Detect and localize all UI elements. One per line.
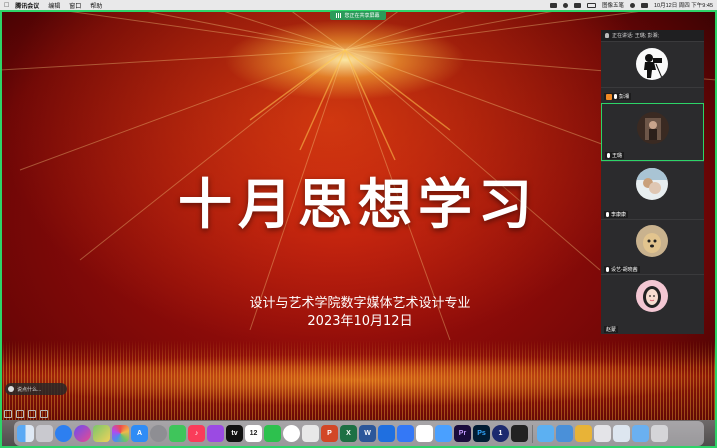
chat-placeholder: 说点什么... — [17, 386, 42, 393]
window-icon[interactable] — [613, 425, 630, 442]
apple-menu-icon[interactable]:  — [4, 2, 9, 9]
input-method-label[interactable]: 图像五笔 — [602, 1, 624, 9]
maps-icon[interactable] — [93, 425, 110, 442]
wifi-icon[interactable] — [630, 2, 635, 8]
participant-name: 王璐 — [612, 153, 623, 159]
host-badge-icon — [606, 93, 612, 100]
mic-icon[interactable] — [614, 94, 617, 99]
menu-window[interactable]: 窗口 — [69, 1, 81, 10]
participant-name-row: 赵蒙 — [604, 326, 619, 333]
menu-edit[interactable]: 编辑 — [48, 1, 60, 10]
photographer-silhouette-avatar — [636, 48, 668, 80]
baidu-netdisk-icon[interactable] — [435, 425, 452, 442]
menubar-clock[interactable]: 10月12日 周四 下午9:45 — [654, 1, 713, 9]
particle-wave-decoration — [0, 340, 717, 420]
mic-icon[interactable] — [607, 153, 610, 158]
speaking-header: 正在讲话: 王璐; 彭湘; — [601, 30, 704, 41]
participant-name: 赵蒙 — [606, 327, 617, 333]
wechat-status-icon[interactable] — [549, 2, 557, 8]
tv-icon[interactable]: tv — [226, 425, 243, 442]
powerpoint-icon[interactable]: P — [321, 425, 338, 442]
podcasts-icon[interactable] — [207, 425, 224, 442]
keynote-icon[interactable] — [575, 425, 592, 442]
slide-date: 2023年10月12日 — [307, 314, 413, 329]
status-area: 图像五笔 10月12日 周四 下午9:45 — [549, 0, 713, 10]
participant-name-row: 设艺-胡晓茜 — [604, 266, 640, 273]
preview-icon[interactable] — [556, 425, 573, 442]
battery-icon[interactable] — [586, 2, 596, 8]
chat-input-bubble[interactable]: 说点什么... — [5, 383, 67, 395]
mic-icon[interactable] — [606, 267, 609, 272]
feishu-icon[interactable] — [397, 425, 414, 442]
app-store-icon[interactable]: A — [131, 425, 148, 442]
text-tool-icon[interactable] — [40, 410, 48, 418]
cartoon-girl-avatar — [636, 280, 668, 312]
qq-status-icon[interactable] — [562, 2, 568, 8]
slide-title: 十月思想学习 — [178, 173, 538, 236]
tencent-meeting-icon[interactable] — [283, 425, 300, 442]
downloads-icon[interactable] — [632, 425, 649, 442]
participant-tile-active[interactable]: 王璐 — [601, 103, 704, 161]
participant-name: 李康康 — [611, 212, 627, 218]
participant-name-row: 彭湘 — [604, 93, 632, 100]
xcode-icon[interactable] — [378, 425, 395, 442]
facetime-icon[interactable] — [169, 425, 186, 442]
emoji-icon[interactable] — [8, 386, 14, 392]
participant-name-row: 王璐 — [605, 152, 625, 159]
capcut-icon[interactable] — [511, 425, 528, 442]
window-icon[interactable] — [594, 425, 611, 442]
slide-subtitle: 设计与艺术学院数字媒体艺术设计专业 — [249, 296, 471, 311]
participant-tile[interactable]: 彭湘 — [601, 87, 704, 103]
notes-icon[interactable] — [416, 425, 433, 442]
excel-icon[interactable]: X — [340, 425, 357, 442]
photos-icon[interactable] — [112, 425, 129, 442]
sharing-indicator-label: 您正在共享屏幕 — [344, 13, 380, 19]
sharing-indicator[interactable]: 您正在共享屏幕 — [330, 11, 386, 20]
siri-icon[interactable] — [74, 425, 91, 442]
participant-tile[interactable]: 设艺-胡晓茜 — [601, 219, 704, 274]
calendar-icon[interactable]: 12 — [245, 425, 262, 442]
participants-panel: 正在讲话: 王璐; 彭湘; 彭湘 王璐 李康康 设艺-胡晓茜 赵蒙 — [601, 30, 704, 334]
mic-icon[interactable] — [606, 212, 609, 217]
finder-icon[interactable] — [17, 425, 34, 442]
pen-tool-icon[interactable] — [16, 410, 24, 418]
one-app-icon[interactable]: 1 — [492, 425, 509, 442]
premiere-icon[interactable]: Pr — [454, 425, 471, 442]
music-icon[interactable]: ♪ — [188, 425, 205, 442]
dock: A ♪ tv 12 P X W Pr Ps 1 — [14, 421, 704, 446]
participant-name: 彭湘 — [619, 94, 630, 100]
launchpad-icon[interactable] — [36, 425, 53, 442]
participant-tile[interactable]: 李康康 — [601, 161, 704, 219]
cloud-status-icon[interactable] — [573, 2, 581, 8]
folder-icon[interactable] — [537, 425, 554, 442]
trash-icon[interactable] — [651, 425, 668, 442]
participant-name-row: 李康康 — [604, 211, 629, 218]
qq-icon[interactable] — [302, 425, 319, 442]
speaking-label: 正在讲话: 王璐; 彭湘; — [612, 33, 659, 39]
settings-icon[interactable] — [150, 425, 167, 442]
speaker-icon — [605, 33, 609, 38]
photoshop-icon[interactable]: Ps — [473, 425, 490, 442]
control-center-icon[interactable] — [641, 2, 648, 8]
participant-tile[interactable]: 赵蒙 — [601, 274, 704, 334]
dog-avatar — [636, 168, 668, 200]
menu-bar:  腾讯会议 编辑 窗口 帮助 图像五笔 10月12日 周四 下午9:45 — [0, 0, 717, 10]
shape-tool-icon[interactable] — [28, 410, 36, 418]
signal-icon — [336, 13, 342, 18]
participant-name: 设艺-胡晓茜 — [611, 267, 638, 273]
arrow-tool-icon[interactable] — [4, 410, 12, 418]
menu-app-name[interactable]: 腾讯会议 — [15, 1, 39, 10]
wechat-icon[interactable] — [264, 425, 281, 442]
annotation-tools — [4, 410, 48, 418]
dock-separator — [532, 424, 533, 443]
safari-icon[interactable] — [55, 425, 72, 442]
photo-avatar — [637, 112, 669, 144]
menu-help[interactable]: 帮助 — [90, 1, 102, 10]
participant-tile[interactable] — [601, 41, 704, 87]
cartoon-dog-avatar — [636, 225, 668, 257]
word-icon[interactable]: W — [359, 425, 376, 442]
